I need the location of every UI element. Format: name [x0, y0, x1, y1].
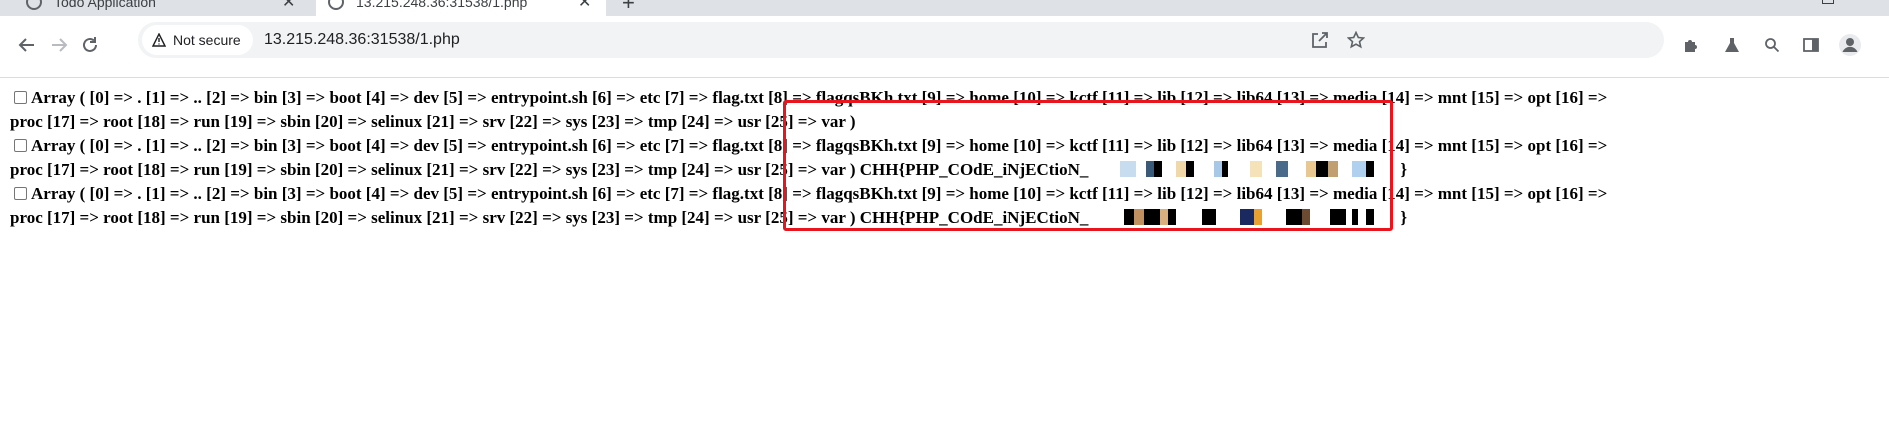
- flask-icon[interactable]: [1720, 33, 1744, 57]
- checkbox[interactable]: [14, 187, 27, 200]
- tab-title: Todo Application: [54, 0, 156, 10]
- tab-todo-application[interactable]: Todo Application ✕: [14, 0, 314, 16]
- globe-icon: [328, 0, 344, 10]
- back-arrow-icon: [18, 38, 34, 52]
- share-icon[interactable]: [1310, 30, 1330, 50]
- profile-avatar-icon[interactable]: [1838, 33, 1862, 57]
- star-icon[interactable]: [1346, 30, 1366, 50]
- forward-arrow-icon: [52, 38, 68, 52]
- reload-icon: [83, 37, 97, 52]
- red-highlight-annotation: [783, 100, 1393, 231]
- forward-button[interactable]: [45, 31, 73, 59]
- address-bar[interactable]: Not secure 13.215.248.36:31538/1.php: [138, 22, 1664, 58]
- tab-close-icon[interactable]: ✕: [578, 0, 591, 12]
- browser-toolbar: Not secure 13.215.248.36:31538/1.php: [0, 16, 1889, 78]
- tab-close-icon[interactable]: ✕: [282, 0, 295, 12]
- checkbox[interactable]: [14, 139, 27, 152]
- tab-title: 13.215.248.36:31538/1.php: [356, 0, 528, 10]
- window-restore-icon[interactable]: [1822, 0, 1834, 4]
- checkbox[interactable]: [14, 91, 27, 104]
- side-panel-icon[interactable]: [1799, 33, 1823, 57]
- warning-triangle-icon: [152, 33, 166, 47]
- back-button[interactable]: [13, 31, 41, 59]
- search-icon[interactable]: [1760, 33, 1784, 57]
- tab-active-page[interactable]: 13.215.248.36:31538/1.php ✕: [316, 0, 606, 16]
- tab-strip: Todo Application ✕ 13.215.248.36:31538/1…: [0, 0, 1889, 16]
- url-text[interactable]: 13.215.248.36:31538/1.php: [264, 31, 460, 49]
- globe-icon: [26, 0, 42, 10]
- security-label: Not secure: [173, 32, 241, 48]
- puzzle-icon[interactable]: [1679, 33, 1703, 57]
- reload-button[interactable]: [76, 31, 104, 59]
- new-tab-button[interactable]: +: [622, 0, 635, 16]
- security-indicator[interactable]: Not secure: [142, 25, 253, 55]
